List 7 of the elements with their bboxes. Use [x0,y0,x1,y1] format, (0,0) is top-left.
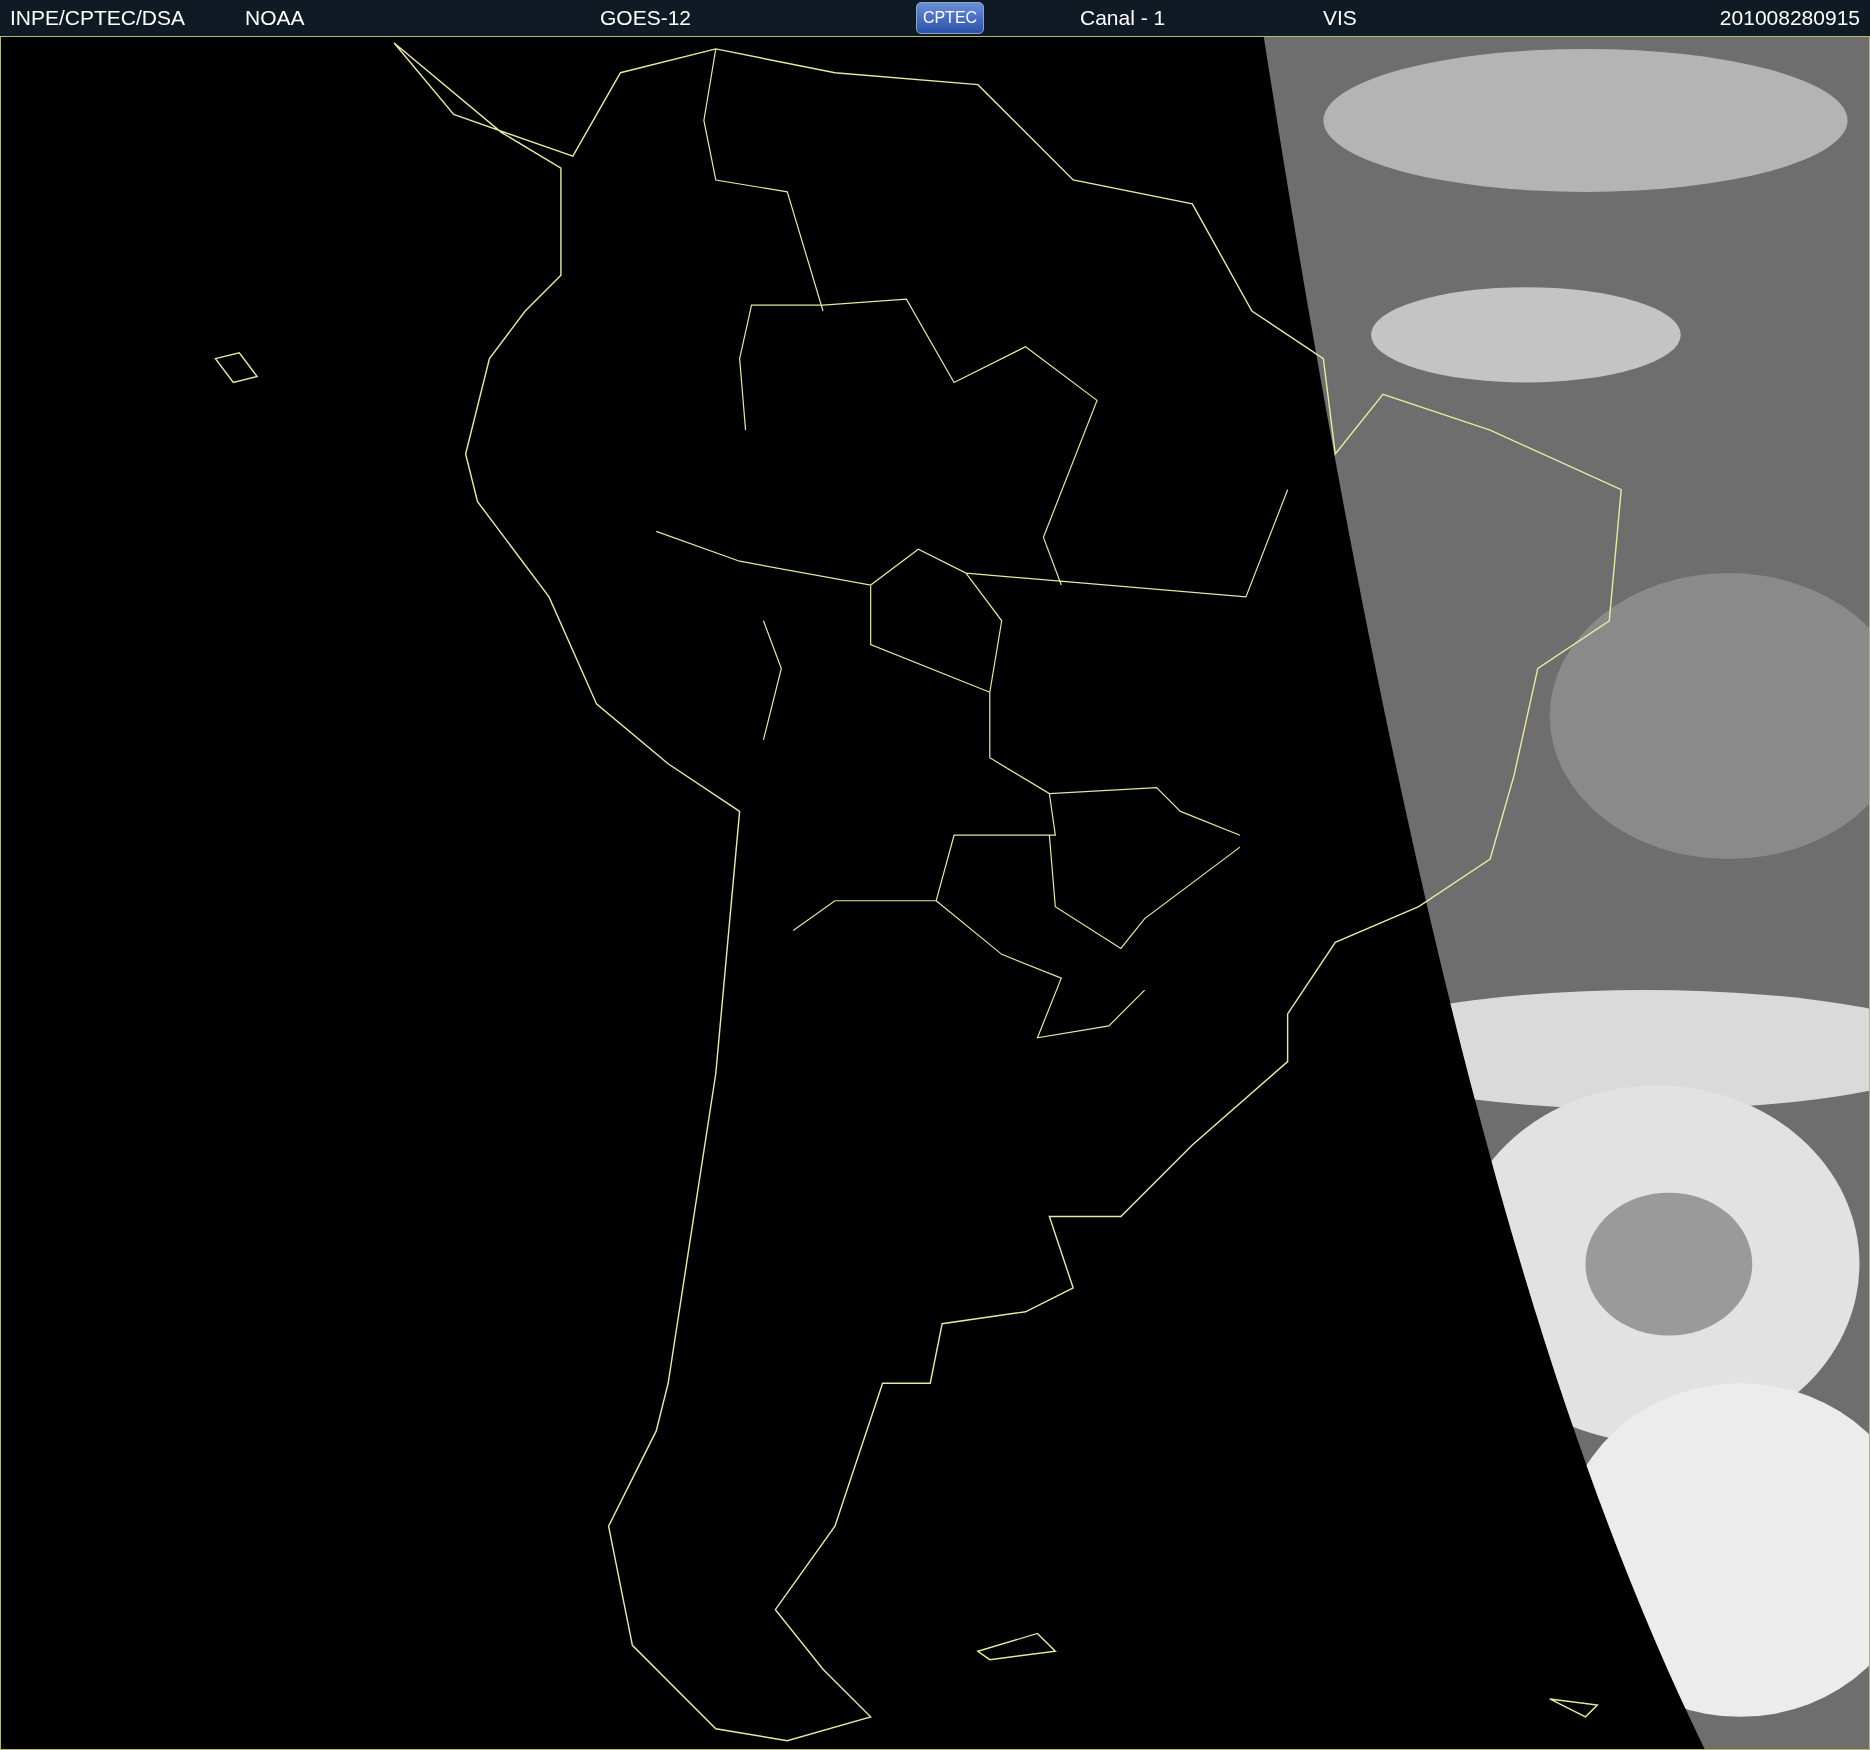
header-label: Canal - 1 [1080,6,1166,30]
header-label: VIS [1323,6,1357,30]
header-label: GOES-12 [600,6,692,30]
header-label: NOAA [245,6,305,30]
header-label: INPE/CPTEC/DSA [10,6,186,30]
header-label: 201008280915 [1719,6,1860,30]
logo: CPTEC [916,2,984,34]
